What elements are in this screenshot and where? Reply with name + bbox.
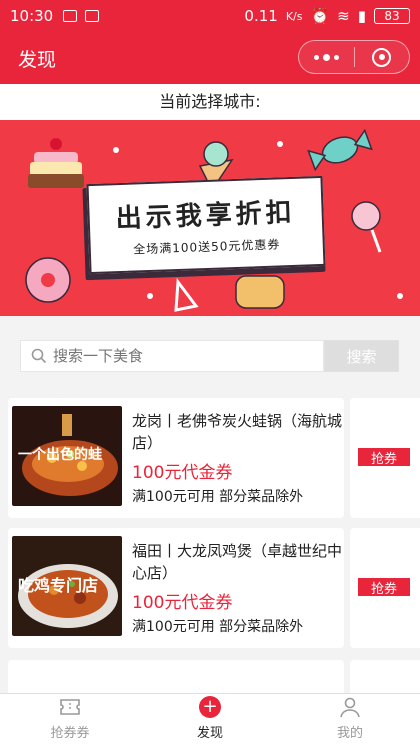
search-box[interactable] [20, 340, 324, 372]
signal-icon: ▮ [357, 7, 366, 25]
page-title: 发现 [18, 49, 57, 71]
banner-title: 出示我享折扣 [115, 197, 297, 235]
grab-coupon-button[interactable]: 抢券 [358, 578, 410, 597]
coupon-price: 100元代金券 [132, 463, 233, 483]
tab-label: 抢券券 [50, 726, 90, 741]
wifi-icon: ≋ [337, 7, 350, 25]
coupon-store-name: 龙岗丨老佛爷炭火蛙锅（海航城店） [132, 412, 343, 452]
alarm-icon: ⏰ [310, 7, 330, 25]
coupon-card[interactable]: 一个出色的蛙 龙岗丨老佛爷炭火蛙锅（海航城店） 100元代金券 满100元可用 … [8, 398, 344, 518]
close-miniprogram-button[interactable] [354, 47, 409, 67]
grab-coupon-button[interactable]: 抢券 [358, 448, 410, 467]
battery-icon: 83 [374, 8, 410, 24]
plus-circle-icon: + [198, 695, 222, 719]
tab-coupons[interactable]: 抢券券 [0, 694, 140, 747]
tab-discover[interactable]: + 发现 [140, 694, 280, 747]
navigation-bar: 发现 [0, 32, 420, 84]
coupon-store-name: 福田丨大龙凤鸡煲（卓越世纪中心店） [132, 542, 343, 582]
mail-icon [85, 10, 100, 22]
more-button[interactable] [299, 53, 354, 61]
coupon-condition: 满100元可用 部分菜品除外 [132, 619, 304, 635]
search-icon [31, 348, 47, 364]
coupon-image: 一个出色的蛙 [12, 406, 122, 506]
close-circle-icon [372, 47, 392, 67]
coupon-side: 抢券 [350, 528, 420, 648]
coupon-image: 吃鸡专门店 [12, 536, 122, 636]
status-bar: 10:30 0.11 K/s ⏰ ≋ ▮ 83 [0, 0, 420, 32]
tab-bar: 抢券券 + 发现 我的 [0, 693, 420, 747]
coupon-card[interactable]: 吃鸡专门店 福田丨大龙凤鸡煲（卓越世纪中心店） 100元代金券 满100元可用 … [8, 528, 344, 648]
tab-label: 发现 [196, 726, 223, 741]
search-area: 搜索 [0, 316, 420, 396]
notification-icon [63, 10, 78, 22]
promo-banner[interactable]: 出示我享折扣 全场满100送50元优惠券 [0, 120, 420, 316]
network-speed: 0.11 [244, 7, 278, 25]
search-button[interactable]: 搜索 [324, 340, 399, 372]
coupon-image-caption: 一个出色的蛙 [18, 447, 102, 463]
banner-subtitle: 全场满100送50元优惠券 [132, 237, 281, 257]
search-input[interactable] [53, 347, 313, 365]
coupon-price: 100元代金券 [132, 593, 233, 613]
ticket-icon [58, 695, 82, 719]
user-icon [338, 695, 362, 719]
miniprogram-capsule [298, 40, 410, 74]
tab-label: 我的 [336, 726, 363, 741]
status-time: 10:30 [10, 7, 54, 25]
coupon-image-caption: 吃鸡专门店 [18, 576, 99, 595]
battery-level: 83 [384, 9, 400, 23]
coupon-condition: 满100元可用 部分菜品除外 [132, 489, 304, 505]
current-city-label[interactable]: 当前选择城市: [0, 84, 420, 120]
tab-mine[interactable]: 我的 [280, 694, 420, 747]
network-speed-unit: K/s [285, 9, 303, 23]
coupon-side: 抢券 [350, 398, 420, 518]
